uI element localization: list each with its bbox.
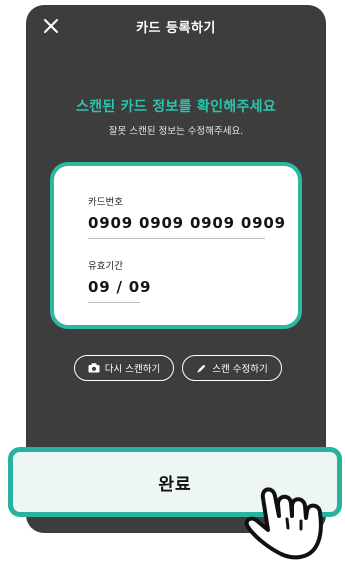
- card-number-underline: [88, 238, 265, 239]
- pencil-icon: [197, 364, 206, 373]
- card-number-field[interactable]: 0909 0909 0909 0909: [88, 214, 286, 232]
- scan-confirm-headline: 스캔된 카드 정보를 확인해주세요: [75, 99, 277, 115]
- edit-scan-label: 스캔 수정하기: [212, 364, 268, 375]
- expiry-field[interactable]: 09 / 09: [88, 278, 151, 296]
- scan-confirm-subtext: 잘못 스캔된 정보는 수정해주세요.: [108, 126, 244, 137]
- tutorial-page: 카드 등록하기 스캔된 카드 정보를 확인해주세요 잘못 스캔된 정보는 수정해…: [0, 0, 345, 564]
- app-header: 카드 등록하기: [26, 5, 326, 47]
- card-number-label: 카드번호: [88, 197, 123, 208]
- done-button-label: 완료: [158, 474, 192, 495]
- expiry-underline: [88, 302, 140, 303]
- rescan-button[interactable]: 다시 스캔하기: [74, 355, 174, 381]
- camera-icon: [88, 363, 100, 373]
- expiry-label: 유효기간: [88, 261, 123, 272]
- rescan-label: 다시 스캔하기: [104, 364, 161, 375]
- card-info-panel: 카드번호 0909 0909 0909 0909 유효기간 09 / 09: [50, 162, 302, 329]
- edit-scan-button[interactable]: 스캔 수정하기: [182, 355, 282, 381]
- page-title: 카드 등록하기: [136, 21, 216, 36]
- hand-pointer-icon: [244, 487, 323, 560]
